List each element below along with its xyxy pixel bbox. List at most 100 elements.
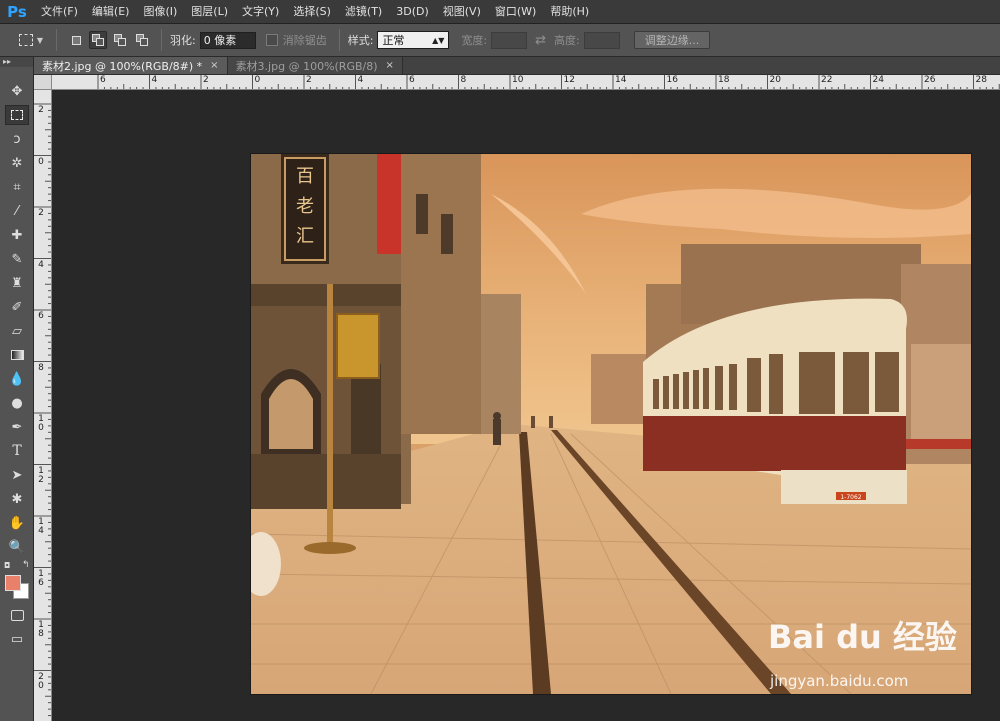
style-select-value: 正常 (382, 34, 405, 47)
swap-dimensions-icon[interactable]: ⇄ (535, 33, 546, 48)
menu-select[interactable]: 选择(S) (286, 0, 338, 24)
close-icon[interactable]: × (210, 60, 218, 71)
baidu-watermark: Bai du 经验 jingyan.baidu.com (768, 612, 968, 702)
menu-type[interactable]: 文字(Y) (235, 0, 286, 24)
eraser-tool[interactable]: ▱ (5, 321, 29, 341)
path-selection-icon: ➤ (11, 467, 23, 483)
type-icon: T (12, 443, 22, 459)
ruler-label: 26 (924, 75, 936, 85)
chevron-updown-icon: ▲▼ (432, 35, 445, 45)
menu-file[interactable]: 文件(F) (34, 0, 85, 24)
width-input[interactable] (491, 31, 528, 49)
clone-stamp-tool[interactable]: ♜ (5, 273, 29, 293)
type-tool[interactable]: T (5, 441, 29, 461)
height-label: 高度: (554, 34, 580, 47)
menu-bar: Ps 文件(F) 编辑(E) 图像(I) 图层(L) 文字(Y) 选择(S) 滤… (0, 0, 1000, 24)
new-selection-button[interactable] (67, 31, 85, 49)
menu-window[interactable]: 窗口(W) (488, 0, 543, 24)
chevron-down-icon: ▼ (36, 35, 44, 45)
blur-tool[interactable]: 💧 (5, 369, 29, 389)
history-brush-tool[interactable]: ✐ (5, 297, 29, 317)
menu-layer[interactable]: 图层(L) (184, 0, 235, 24)
gradient-tool[interactable] (5, 345, 29, 365)
default-colors-icon[interactable]: ◘ (4, 561, 10, 570)
marquee-icon (18, 34, 33, 46)
hand-tool[interactable]: ✋ (5, 513, 29, 533)
divider (338, 29, 340, 51)
style-select[interactable]: 正常 ▲▼ (377, 31, 450, 49)
width-label: 宽度: (461, 34, 488, 47)
ruler-label: 14 (38, 517, 44, 536)
move-tool[interactable]: ✥ (5, 81, 29, 101)
ruler-label: 2 (38, 105, 44, 115)
subtract-selection-button[interactable] (111, 31, 129, 49)
lasso-tool[interactable]: ↄ (5, 129, 29, 149)
move-icon: ✥ (11, 83, 23, 99)
ruler-label: 16 (666, 75, 678, 85)
ruler-origin[interactable] (34, 75, 52, 90)
lasso-icon: ↄ (13, 131, 21, 147)
gradient-icon (10, 350, 24, 360)
quick-mask-icon (10, 609, 24, 621)
shape-tool[interactable]: ✱ (5, 489, 29, 509)
ruler-label: 10 (38, 414, 44, 433)
eyedropper-icon: ⁄ (15, 203, 19, 219)
ruler-label: 22 (821, 75, 833, 85)
horizontal-ruler[interactable]: 6 4 2 0 2 4 6 8 10 12 14 16 18 20 22 24 26 28 (52, 75, 1000, 90)
magic-wand-tool[interactable]: ✲ (5, 153, 29, 173)
selection-mode-group (65, 24, 153, 57)
shape-icon: ✱ (11, 491, 23, 507)
menu-help[interactable]: 帮助(H) (543, 0, 596, 24)
ruler-label: 0 (254, 75, 261, 85)
watermark-logo: Bai du 经验 (768, 618, 957, 656)
height-input[interactable] (583, 31, 620, 49)
magic-wand-icon: ✲ (11, 155, 23, 171)
options-bar: ▼ 羽化: 0 像素 消除锯齿 样式: 正常 ▲▼ 宽度: ⇄ 高度: 调整边缘… (0, 24, 1000, 57)
marquee-tool[interactable] (5, 105, 29, 125)
menu-3d[interactable]: 3D(D) (389, 0, 436, 24)
ruler-label: 18 (38, 620, 44, 639)
crop-tool[interactable]: ⌗ (5, 177, 29, 197)
brush-tool[interactable]: ✎ (5, 249, 29, 269)
ruler-ticks (97, 75, 1000, 89)
ruler-label: 16 (38, 568, 44, 588)
menu-edit[interactable]: 编辑(E) (85, 0, 137, 24)
tab-document-1[interactable]: 素材2.jpg @ 100%(RGB/8#) * × (34, 57, 228, 74)
ruler-label: 6 (100, 75, 106, 85)
panel-collapse-icon[interactable]: ▸▸ (0, 57, 33, 67)
ruler-label: 2 (306, 75, 312, 85)
antialias-checkbox[interactable] (265, 34, 278, 46)
healing-brush-tool[interactable]: ✚ (5, 225, 29, 245)
intersect-selection-button[interactable] (133, 31, 151, 49)
style-label: 样式: (347, 34, 374, 47)
menu-view[interactable]: 视图(V) (436, 0, 488, 24)
ruler-label: 24 (872, 75, 884, 85)
screen-mode-button[interactable]: ▭ (5, 629, 29, 649)
sign-character: 汇 (296, 226, 314, 247)
tool-preset-picker[interactable]: ▼ (14, 29, 48, 51)
add-selection-button[interactable] (89, 31, 107, 49)
vertical-ruler[interactable]: 2 0 2 4 6 8 10 12 14 16 18 20 (34, 90, 52, 721)
ruler-label: 6 (409, 75, 415, 85)
quick-mask-button[interactable] (5, 605, 29, 625)
menu-filter[interactable]: 滤镜(T) (338, 0, 389, 24)
healing-brush-icon: ✚ (11, 227, 23, 243)
feather-input[interactable]: 0 像素 (199, 31, 256, 49)
ruler-label: 2 (203, 75, 209, 85)
eyedropper-tool[interactable]: ⁄ (5, 201, 29, 221)
swap-colors-icon[interactable]: ↰ (22, 560, 30, 570)
zoom-icon: 🔍 (8, 539, 26, 555)
dodge-tool[interactable]: ● (5, 393, 29, 413)
new-selection-icon (71, 35, 81, 45)
zoom-tool[interactable]: 🔍 (5, 537, 29, 557)
refine-edge-button[interactable]: 调整边缘... (633, 31, 711, 49)
tab-document-2[interactable]: 素材3.jpg @ 100%(RGB/8) × (227, 57, 403, 74)
watermark-url: jingyan.baidu.com (770, 672, 909, 690)
foreground-color-swatch[interactable] (5, 575, 21, 591)
close-icon[interactable]: × (386, 60, 394, 71)
menu-image[interactable]: 图像(I) (136, 0, 184, 24)
tab-label: 素材3.jpg @ 100%(RGB/8) (235, 59, 378, 73)
tools-panel: ▸▸ ✥ ↄ ✲ ⌗ ⁄ ✚ ✎ ♜ ✐ ▱ 💧 ● ✒ T ➤ ✱ ✋ 🔍 ◘… (0, 57, 34, 721)
pen-tool[interactable]: ✒ (5, 417, 29, 437)
path-selection-tool[interactable]: ➤ (5, 465, 29, 485)
